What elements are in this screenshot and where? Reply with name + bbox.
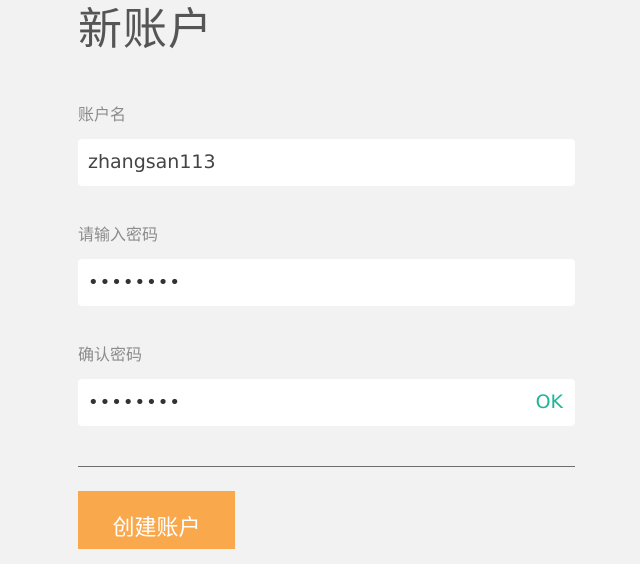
create-account-button[interactable]: 创建账户 — [78, 491, 235, 549]
account-name-field[interactable]: zhangsan113 — [78, 139, 575, 186]
password-value: •••••••• — [88, 272, 181, 293]
password-label: 请输入密码 — [78, 225, 159, 244]
divider — [78, 466, 575, 467]
password-field[interactable]: •••••••• — [78, 259, 575, 306]
confirm-password-field[interactable]: •••••••• OK — [78, 379, 575, 426]
confirm-password-value: •••••••• — [88, 392, 181, 413]
account-name-label: 账户名 — [78, 105, 127, 124]
page-title: 新账户 — [78, 4, 213, 55]
account-name-value: zhangsan113 — [88, 151, 216, 173]
confirm-password-label: 确认密码 — [78, 345, 143, 364]
password-match-status: OK — [535, 391, 563, 413]
